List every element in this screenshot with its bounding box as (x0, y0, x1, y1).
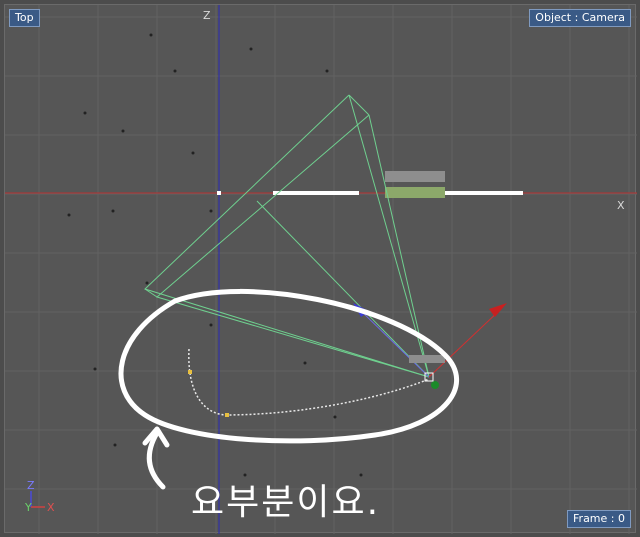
gizmo-z-letter: Z (27, 479, 35, 492)
editor-frame: Z X Z Y X Top Object: Camera Frame: 0 … (0, 0, 640, 537)
viewport-grid (5, 5, 637, 534)
scene-point (249, 47, 253, 51)
scene-point (93, 367, 97, 371)
annotation-ellipse (118, 289, 459, 444)
top-viewport[interactable]: Z X Z Y X Top Object: Camera Frame: 0 … (4, 4, 637, 534)
camera-frustum-icon[interactable] (144, 94, 430, 378)
scene-point (303, 361, 307, 365)
scene-point (209, 323, 213, 327)
scene-points (67, 33, 399, 477)
annotation-text: 요부분이요. (191, 482, 381, 523)
scene-point (173, 69, 177, 73)
x-axis-letter: X (617, 199, 625, 212)
overlay-panel-green (385, 187, 445, 198)
scene-point (325, 69, 329, 73)
gizmo-x-letter: X (47, 501, 55, 514)
z-axis-letter: Z (203, 9, 211, 22)
scene-point (145, 281, 149, 285)
path-keyframe[interactable] (188, 370, 192, 374)
scene-point (111, 209, 115, 213)
viewport-canvas[interactable]: Z X Z Y X (5, 5, 637, 534)
scene-point (83, 111, 87, 115)
scene-point (333, 415, 337, 419)
scene-point (113, 443, 117, 447)
scene-point (121, 129, 125, 133)
frame-counter-label: Frame : 0 (567, 510, 631, 528)
overlay-panel-grey (385, 171, 445, 182)
active-object-label: Object : Camera (529, 9, 631, 27)
scene-point (149, 33, 153, 37)
view-name-label[interactable]: Top (9, 9, 40, 27)
gizmo-y-letter: Y (24, 501, 32, 514)
scene-point (67, 213, 71, 217)
scene-point (209, 209, 213, 213)
curved-arrow-icon (146, 430, 166, 490)
path-keyframe[interactable] (225, 413, 229, 417)
scene-point (191, 151, 195, 155)
